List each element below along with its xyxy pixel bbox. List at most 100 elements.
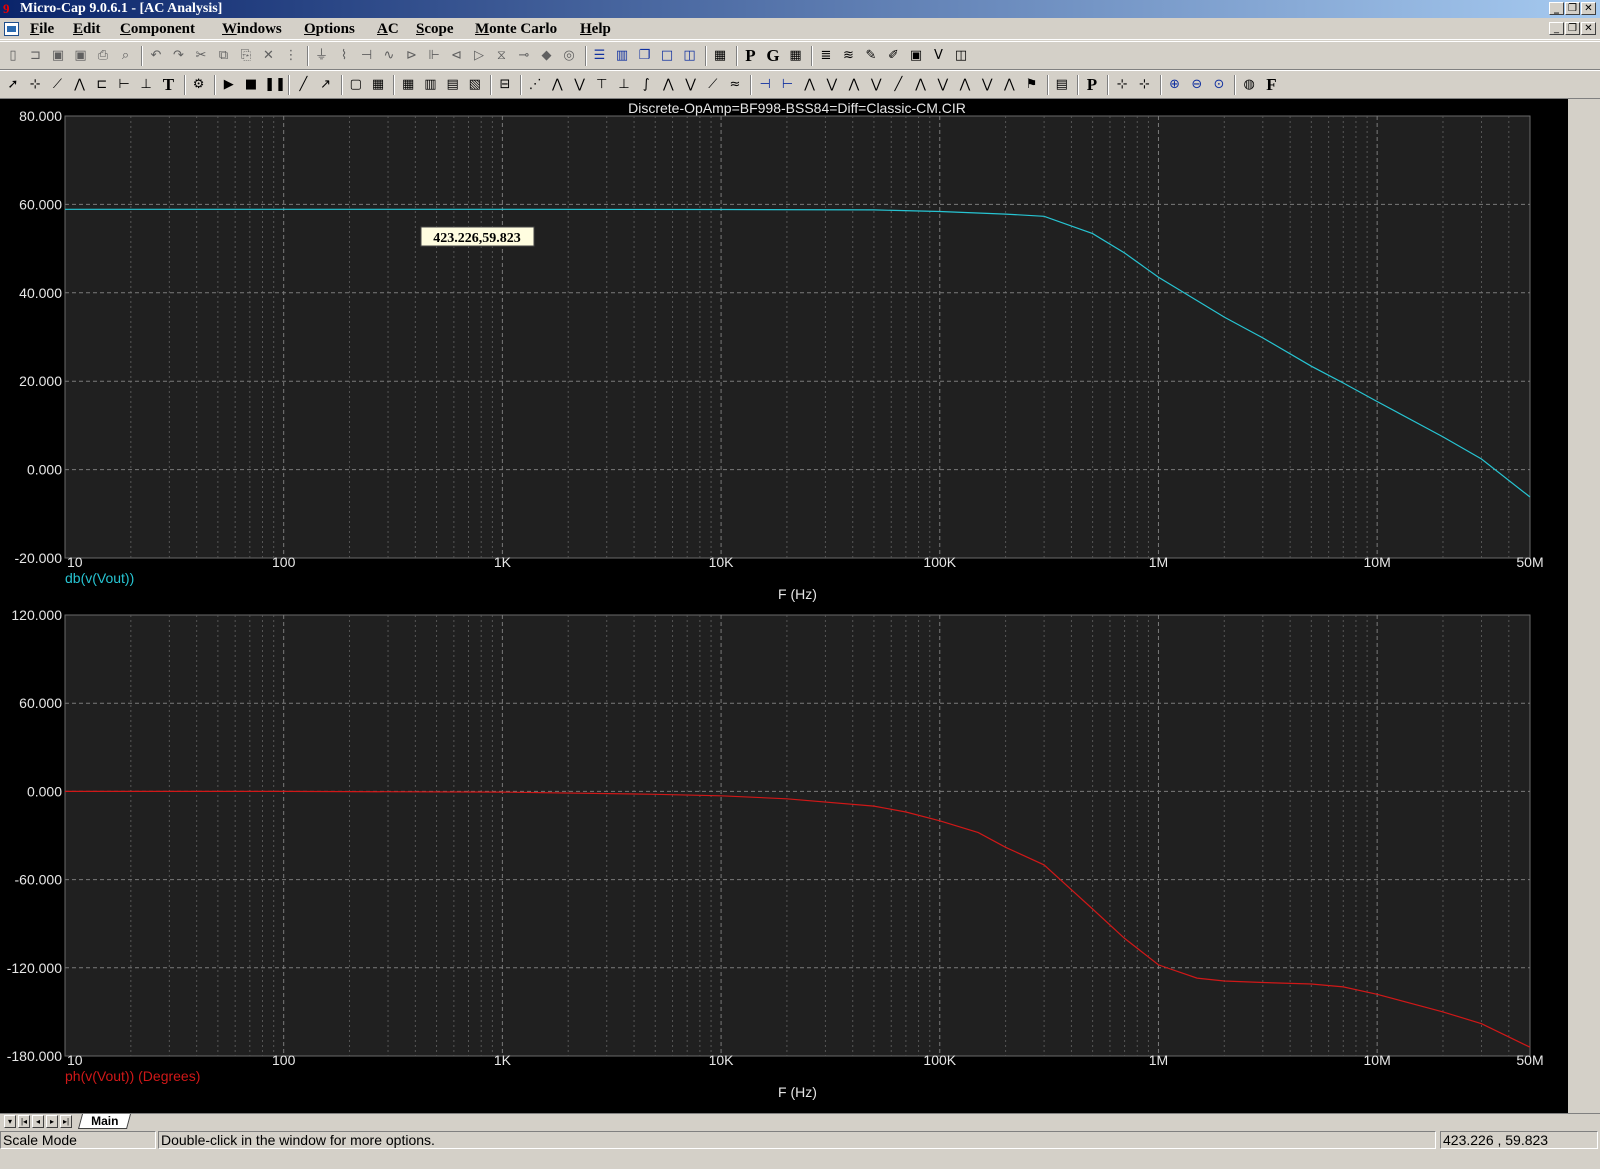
tab-prev-button[interactable]: ◂	[32, 1115, 44, 1128]
pointer-scale-icon[interactable]: ⊹	[26, 76, 44, 94]
go-to-performance-icon[interactable]: ⋀	[1000, 76, 1018, 94]
magnitude-plot[interactable]: 10 100 1K 10K 100K 1M 10M 50M 80.000 60.000 40.000…	[15, 108, 1544, 602]
text-icon[interactable]: T	[159, 76, 177, 94]
opamp-icon[interactable]: ▷	[470, 47, 488, 65]
capacitor-icon[interactable]: ⊣	[358, 47, 376, 65]
menu-component[interactable]: Component	[120, 20, 195, 38]
pen-icon[interactable]: ✐	[885, 47, 903, 65]
doc-close-button[interactable]: ✕	[1581, 22, 1596, 35]
inflection-icon[interactable]: ∫	[637, 76, 655, 94]
menu-file[interactable]: File	[30, 20, 54, 38]
series-name-label[interactable]: db(v(Vout))	[65, 570, 134, 586]
clear-icon[interactable]: ✕	[260, 47, 278, 65]
line-icon[interactable]: ╱	[294, 76, 312, 94]
scale-mode-icon[interactable]: ⟋	[48, 76, 66, 94]
tracker-intercept-icon[interactable]: ⊹	[1135, 76, 1153, 94]
open-icon[interactable]: ⊐	[27, 47, 45, 65]
ground-icon[interactable]: ⏚	[313, 47, 331, 65]
minor-grid-icon[interactable]: ▦	[399, 76, 417, 94]
window-split-icon[interactable]: ◫	[681, 47, 699, 65]
vertical-tag-icon[interactable]: ⊥	[137, 76, 155, 94]
go-to-x-icon[interactable]: ⋀	[956, 76, 974, 94]
cursor-right-icon[interactable]: ⊢	[778, 76, 796, 94]
plot-area[interactable]: Discrete-OpAmp=BF998-BSS84=Diff=Classic-…	[0, 99, 1568, 1113]
window-icon[interactable]: □	[658, 47, 676, 65]
menu-scope[interactable]: Scope	[416, 20, 454, 38]
animate-icon[interactable]: ≈	[726, 76, 744, 94]
globe-icon[interactable]: ◍	[1240, 76, 1258, 94]
menu-help[interactable]: Help	[580, 20, 611, 38]
vsource-icon[interactable]: ◎	[560, 47, 578, 65]
global-high-icon[interactable]: ⋀	[659, 76, 677, 94]
pause-icon[interactable]: ❚❚	[264, 76, 286, 94]
numeric-output-icon[interactable]: ▤	[1053, 76, 1071, 94]
major-grid-icon[interactable]: ▥	[421, 76, 439, 94]
diode-icon[interactable]: ⊳	[403, 47, 421, 65]
prev-point-icon[interactable]: ⋁	[934, 76, 952, 94]
node-icon[interactable]: ◆	[538, 47, 556, 65]
battery-icon[interactable]: ⊩	[425, 47, 443, 65]
zoom-in-icon[interactable]: ⊕	[1166, 76, 1184, 94]
global-low-icon[interactable]: ⋁	[682, 76, 700, 94]
switch-icon[interactable]: ⊸	[515, 47, 533, 65]
slope-icon[interactable]: ⟋	[704, 76, 722, 94]
tracker-icon[interactable]: ⊹	[1113, 76, 1131, 94]
rise-icon[interactable]: ⋀	[845, 76, 863, 94]
save-all-icon[interactable]: ▣	[72, 47, 90, 65]
plot-window[interactable]: Discrete-OpAmp=BF998-BSS84=Diff=Classic-…	[0, 99, 1568, 1113]
transformer-icon[interactable]: ⧖	[493, 47, 511, 65]
undo-icon[interactable]: ↶	[147, 47, 165, 65]
grid-icon[interactable]: ▦	[369, 76, 387, 94]
peak-cursor-icon[interactable]: ⋀	[801, 76, 819, 94]
table-icon[interactable]: ▤	[444, 76, 462, 94]
menu-ac[interactable]: AC	[377, 20, 399, 38]
resistor-icon[interactable]: ⌇	[335, 47, 353, 65]
select-all-icon[interactable]: ⋮	[282, 47, 300, 65]
new-file-icon[interactable]: ▯	[4, 47, 22, 65]
flag-icon[interactable]: ⚑	[1023, 76, 1041, 94]
next-point-icon[interactable]: ⋀	[912, 76, 930, 94]
doc-minimize-button[interactable]: _	[1549, 22, 1564, 35]
vd-icon[interactable]: V	[930, 47, 948, 65]
rectangle-icon[interactable]: ▢	[347, 76, 365, 94]
minimize-button[interactable]: _	[1549, 2, 1564, 15]
fall-icon[interactable]: ⋁	[867, 76, 885, 94]
component-list-icon[interactable]: ≣	[817, 47, 835, 65]
copy-icon[interactable]: ⧉	[215, 47, 233, 65]
probe-icon[interactable]: ✎	[862, 47, 880, 65]
menu-edit[interactable]: Edit	[73, 20, 101, 38]
cursor-left-icon[interactable]: ⊣	[756, 76, 774, 94]
slope-cursor-icon[interactable]: ╱	[889, 76, 907, 94]
valley-icon[interactable]: ⋁	[571, 76, 589, 94]
cursor-mode-icon[interactable]: ⋀	[71, 76, 89, 94]
hatch-icon[interactable]: ▧	[466, 76, 484, 94]
f-icon[interactable]: F	[1262, 76, 1280, 94]
phase-plot[interactable]: 10 100 1K 10K 100K 1M 10M 50M 120.000 60.000 0.000…	[7, 607, 1544, 1100]
cut-icon[interactable]: ✂	[192, 47, 210, 65]
zoom-fit-icon[interactable]: ⊙	[1210, 76, 1228, 94]
high-icon[interactable]: ⊤	[593, 76, 611, 94]
close-button[interactable]: ✕	[1581, 2, 1596, 15]
go-to-y-icon[interactable]: ⋁	[978, 76, 996, 94]
tab-last-button[interactable]: ▸|	[60, 1115, 72, 1128]
stop-icon[interactable]: ■	[242, 76, 260, 94]
p-icon[interactable]: P	[742, 47, 760, 65]
tab-next-button[interactable]: ▸	[46, 1115, 58, 1128]
series-name-label[interactable]: ph(v(Vout)) (Degrees)	[65, 1068, 200, 1084]
run-icon[interactable]: ▶	[220, 76, 238, 94]
grid-icon[interactable]: ▦	[787, 47, 805, 65]
tab-first-button[interactable]: |◂	[18, 1115, 30, 1128]
cascade-icon[interactable]: ❐	[636, 47, 654, 65]
tile-vertical-icon[interactable]: ▥	[613, 47, 631, 65]
g-icon[interactable]: G	[764, 47, 782, 65]
document-icon[interactable]	[4, 22, 19, 36]
transistor-icon[interactable]: ⊲	[448, 47, 466, 65]
menu-options[interactable]: Options	[304, 20, 355, 38]
arrow-line-icon[interactable]: ↗	[317, 76, 335, 94]
print-preview-icon[interactable]: ⌕	[117, 47, 135, 65]
inductor-icon[interactable]: ∿	[380, 47, 398, 65]
redo-icon[interactable]: ↷	[170, 47, 188, 65]
zoom-out-icon[interactable]: ⊖	[1188, 76, 1206, 94]
legend-icon[interactable]: ⊟	[496, 76, 514, 94]
menu-windows[interactable]: Windows	[222, 20, 282, 38]
